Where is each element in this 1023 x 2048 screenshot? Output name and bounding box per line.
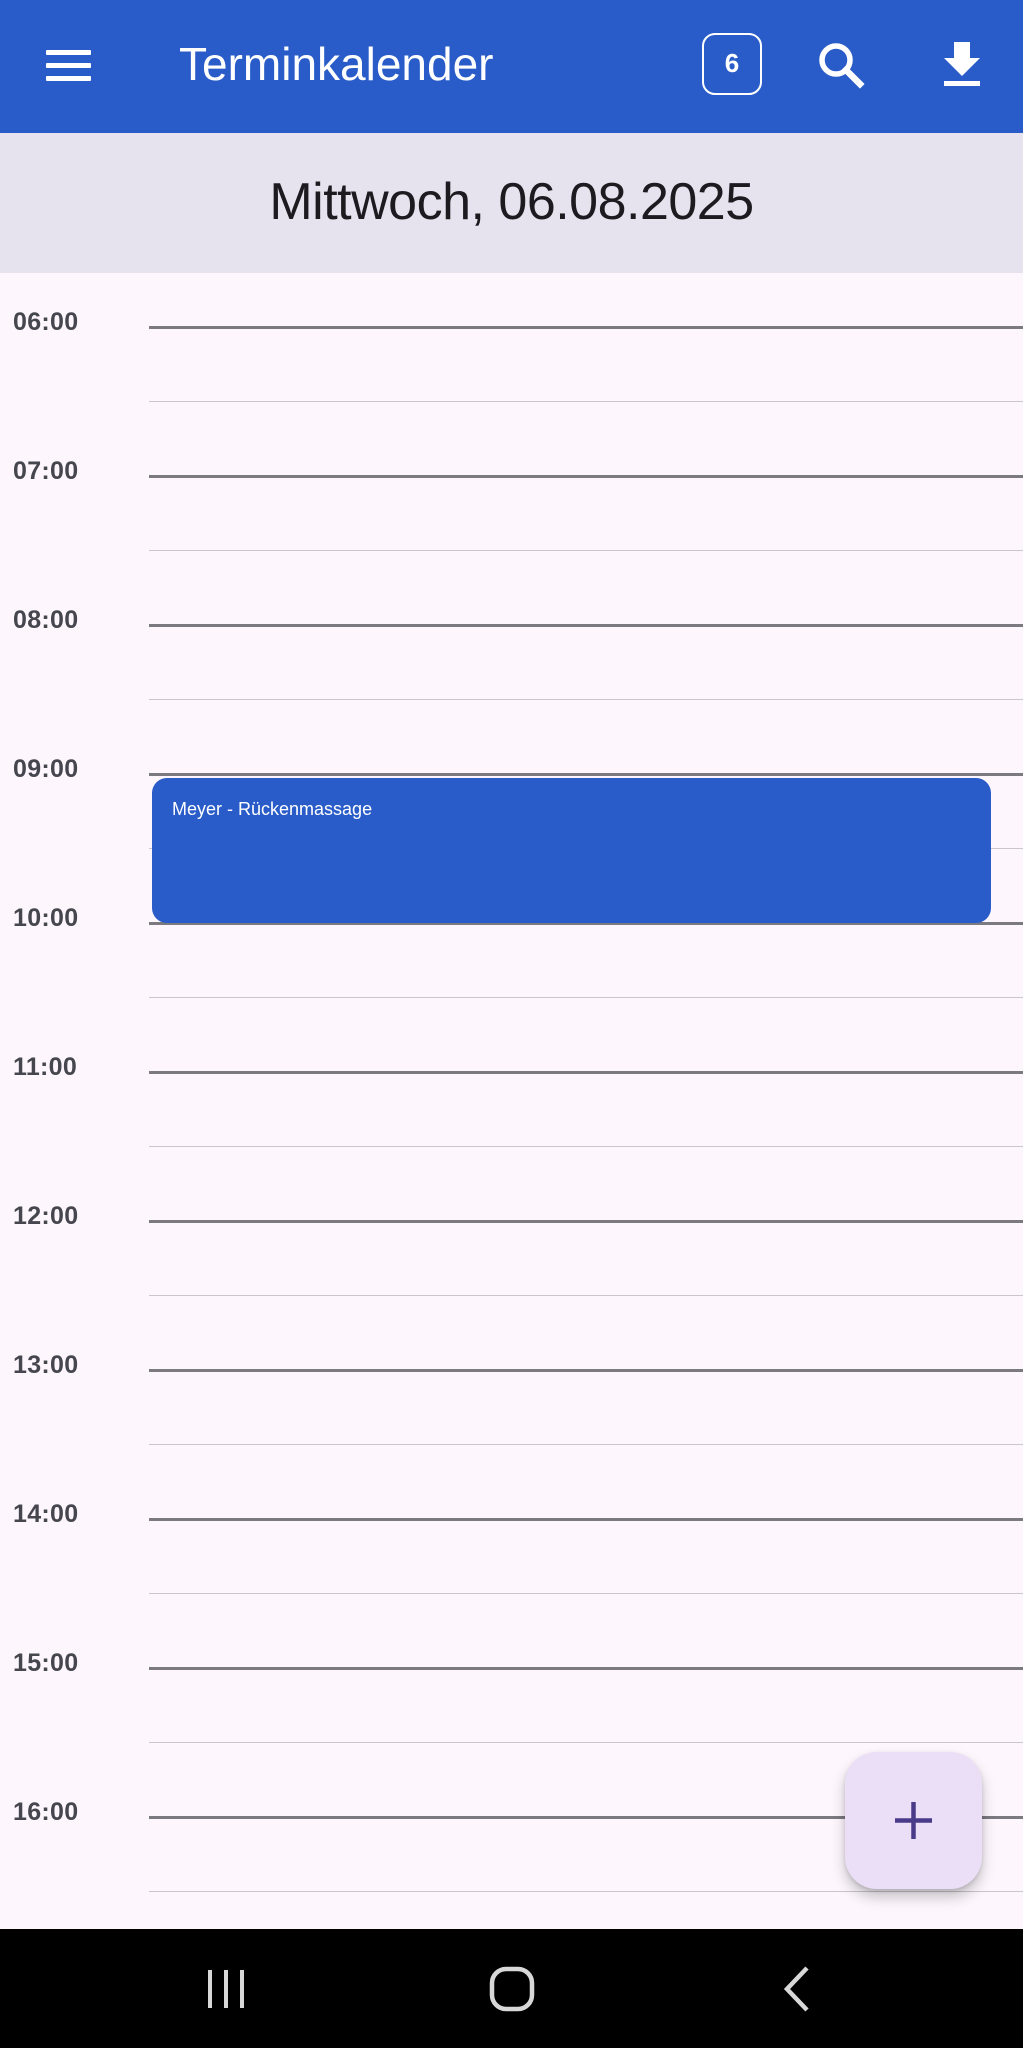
hour-row[interactable]: 06:00 bbox=[0, 308, 1023, 475]
app-title: Terminkalender bbox=[179, 38, 494, 90]
download-icon bbox=[944, 42, 980, 86]
hour-divider bbox=[149, 773, 1023, 776]
hour-divider bbox=[149, 1071, 1023, 1074]
appointment-title: Meyer - Rückenmassage bbox=[172, 799, 373, 819]
hour-row[interactable]: 12:00 bbox=[0, 1202, 1023, 1369]
hour-divider bbox=[149, 1667, 1023, 1670]
hour-label: 11:00 bbox=[13, 1053, 78, 1081]
half-hour-divider bbox=[149, 1742, 1023, 1743]
today-button[interactable]: 6 bbox=[702, 33, 762, 95]
hour-label: 09:00 bbox=[13, 755, 79, 783]
system-navigation-bar bbox=[0, 1929, 1023, 2048]
search-icon bbox=[819, 43, 865, 89]
appointment-block[interactable]: Meyer - Rückenmassage bbox=[152, 778, 991, 923]
hour-row[interactable]: 14:00 bbox=[0, 1500, 1023, 1667]
hour-divider bbox=[149, 1220, 1023, 1223]
home-button[interactable] bbox=[472, 1954, 552, 2024]
hour-label: 06:00 bbox=[13, 308, 79, 336]
half-hour-divider bbox=[149, 997, 1023, 998]
half-hour-divider bbox=[149, 1146, 1023, 1147]
hour-label: 07:00 bbox=[13, 457, 79, 485]
plus-icon bbox=[895, 1802, 932, 1839]
add-appointment-button[interactable] bbox=[845, 1752, 982, 1889]
day-timeline[interactable]: 06:00 07:00 08:00 09:00 10:00 11:00 12:00 13:00… bbox=[0, 273, 1023, 1929]
hour-divider bbox=[149, 1518, 1023, 1521]
hour-label: 13:00 bbox=[13, 1351, 79, 1379]
half-hour-divider bbox=[149, 1891, 1023, 1892]
hour-row[interactable]: 08:00 bbox=[0, 606, 1023, 773]
hour-label: 12:00 bbox=[13, 1202, 79, 1230]
back-button[interactable] bbox=[759, 1954, 839, 2024]
menu-icon bbox=[38, 40, 100, 92]
hour-label: 10:00 bbox=[13, 904, 79, 932]
date-title: Mittwoch, 06.08.2025 bbox=[269, 173, 754, 231]
half-hour-divider bbox=[149, 1444, 1023, 1445]
recents-button[interactable] bbox=[186, 1954, 266, 2024]
hour-divider bbox=[149, 475, 1023, 478]
home-icon bbox=[489, 1966, 535, 2012]
hour-divider bbox=[149, 1369, 1023, 1372]
half-hour-divider bbox=[149, 1593, 1023, 1594]
recents-icon bbox=[208, 1970, 244, 2008]
half-hour-divider bbox=[149, 401, 1023, 402]
download-button[interactable] bbox=[932, 36, 992, 96]
hour-label: 14:00 bbox=[13, 1500, 79, 1528]
half-hour-divider bbox=[149, 699, 1023, 700]
date-header: Mittwoch, 06.08.2025 bbox=[0, 133, 1023, 273]
search-button[interactable] bbox=[812, 36, 872, 96]
hour-label: 08:00 bbox=[13, 606, 79, 634]
hour-row[interactable]: 11:00 bbox=[0, 1053, 1023, 1220]
hour-divider bbox=[149, 326, 1023, 329]
menu-button[interactable] bbox=[38, 40, 100, 92]
hour-row[interactable]: 13:00 bbox=[0, 1351, 1023, 1518]
hour-row[interactable]: 07:00 bbox=[0, 457, 1023, 624]
back-icon bbox=[783, 1966, 809, 2012]
hour-label: 16:00 bbox=[13, 1798, 79, 1826]
half-hour-divider bbox=[149, 550, 1023, 551]
hour-label: 15:00 bbox=[13, 1649, 79, 1677]
half-hour-divider bbox=[149, 1295, 1023, 1296]
top-app-bar: Terminkalender 6 bbox=[0, 0, 1023, 133]
hour-row[interactable]: 10:00 bbox=[0, 904, 1023, 1071]
hour-divider bbox=[149, 624, 1023, 627]
